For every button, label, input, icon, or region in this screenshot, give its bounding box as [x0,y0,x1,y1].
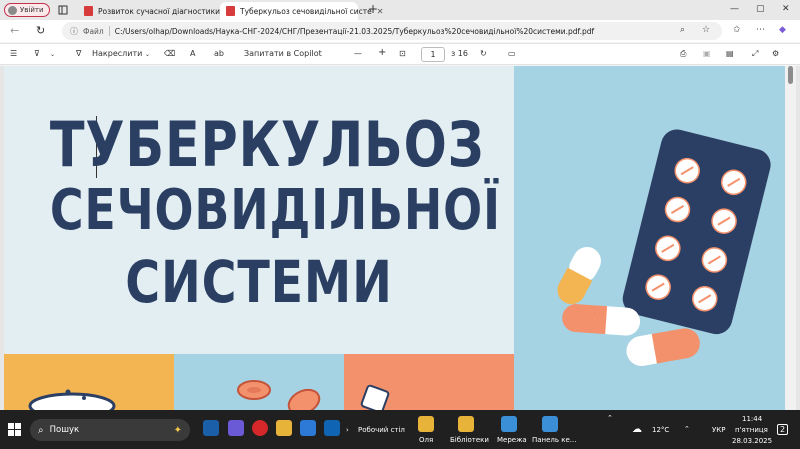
windows-taskbar: ⌕ Пошук ✦ › Робочий стіл Оля Бібліотеки … [0,410,800,449]
slide-left-panel: ТУБЕРКУЛЬОЗ СЕЧОВИДІЛЬНОЇ СИСТЕМИ [4,66,514,410]
favorites-icon[interactable]: ✩ [733,25,741,35]
pdf-icon [226,6,235,16]
maximize-button[interactable]: ▢ [756,4,765,14]
page-number-input[interactable]: 1 [421,47,445,62]
vertical-scrollbar[interactable] [785,66,796,410]
desktop-label[interactable]: Робочий стіл [358,426,405,434]
draw-icon[interactable]: ∇ [76,49,81,58]
edge-icon[interactable] [203,420,219,436]
tab-actions-icon[interactable] [58,5,68,15]
tab-tuberculosis[interactable]: Туберкульоз сечовидільної систе ✕ [220,2,383,20]
language-indicator[interactable]: УКР [712,426,725,434]
profile-label: Увійти [20,6,44,14]
weather-temp[interactable]: 12°C [652,426,669,434]
pdf-icon [84,6,93,16]
print-icon[interactable]: ⎙ [680,49,686,59]
slide-title-line-1: ТУБЕРКУЛЬОЗ [49,108,485,181]
avatar-icon [8,5,17,15]
copilot-app-icon[interactable] [228,420,244,436]
ask-copilot-button[interactable]: Запитати в Copilot [244,49,322,58]
slide-title-line-2: СЕЧОВИДІЛЬНОЇ [49,178,501,243]
sparkle-icon: ✦ [173,424,182,436]
favorite-star-icon[interactable]: ☆ [702,25,710,35]
zoom-icon[interactable]: ⌕ [680,25,685,35]
back-icon[interactable]: ← [10,24,19,37]
clock-day[interactable]: п'ятниця [735,426,768,434]
store-icon[interactable] [300,420,316,436]
pdf-toolbar: ☰ ⊽ ⌄ ∇ Накреслити ⌄ ⌫ A ab Запитати в C… [0,43,800,65]
more-menu-icon[interactable]: ⋯ [756,25,765,35]
chevron-up-icon[interactable]: ⌃ [607,414,613,422]
user-folder-icon[interactable] [418,416,434,432]
pin-label[interactable]: Оля [419,436,433,444]
divider [108,26,110,36]
save-as-icon[interactable]: ▤ [726,49,734,58]
pdf-page: ТУБЕРКУЛЬОЗ СЕЧОВИДІЛЬНОЇ СИСТЕМИ [4,66,787,410]
zoom-out-button[interactable]: — [354,49,362,58]
minimize-button[interactable]: — [730,4,739,14]
chevron-down-icon[interactable]: ⌄ [50,51,55,58]
pills-illustration [557,129,771,366]
url-text[interactable]: C:/Users/olhap/Downloads/Наука-СНГ-2024/… [115,27,594,36]
slide-right-panel [514,66,787,410]
band-illustrations [28,380,390,410]
clock-time[interactable]: 11:44 [742,415,762,423]
opera-icon[interactable] [252,420,268,436]
close-window-button[interactable]: ✕ [782,4,790,14]
highlight-icon[interactable]: ⊽ [34,49,40,58]
tab-diagnostics[interactable]: Розвиток сучасної діагностики ту ✕ [78,2,243,20]
taskbar-search[interactable]: ⌕ Пошук ✦ [30,419,190,441]
info-icon[interactable]: ⓘ [70,26,78,37]
profile-button[interactable]: Увійти [4,3,50,17]
page-total: з 16 [451,49,468,58]
pin-label[interactable]: Панель ке... [532,436,576,444]
search-icon: ⌕ [38,424,44,436]
slide-title-line-3: СИСТЕМИ [125,248,393,316]
outlook-icon[interactable] [324,420,340,436]
browser-tab-bar: Увійти Розвиток сучасної діагностики ту … [0,0,800,20]
read-aloud-icon[interactable]: A [190,49,195,58]
network-icon[interactable] [501,416,517,432]
refresh-icon[interactable]: ↻ [36,24,45,37]
libraries-icon[interactable] [458,416,474,432]
scheme-label: Файл [83,26,104,36]
pin-label[interactable]: Мережа [497,436,527,444]
address-bar[interactable]: ⓘ Файл C:/Users/olhap/Downloads/Наука-СН… [62,22,722,40]
tray-chevron-up-icon[interactable]: ⌃ [684,425,690,433]
save-icon[interactable]: ▣ [703,49,711,58]
page-view-icon[interactable]: ▭ [508,49,516,58]
weather-icon[interactable]: ☁ [632,424,642,435]
file-explorer-icon[interactable] [276,420,292,436]
rotate-icon[interactable]: ↻ [480,49,487,58]
clock-date[interactable]: 28.03.2025 [732,437,772,445]
tab-title: Туберкульоз сечовидільної систе [240,6,372,16]
zoom-in-button[interactable]: + [378,47,386,58]
chevron-down-icon[interactable]: ⌄ [145,51,150,58]
address-bar-row: ← ↻ ⓘ Файл C:/Users/olhap/Downloads/Наук… [0,20,800,42]
translate-icon[interactable]: ab [214,49,224,58]
scrollbar-thumb[interactable] [788,66,793,84]
search-label: Пошук [49,425,80,435]
copilot-icon[interactable]: ◆ [779,25,786,35]
chevron-right-icon[interactable]: › [346,426,349,434]
eraser-icon[interactable]: ⌫ [164,49,175,58]
notification-badge[interactable]: 2 [777,424,789,435]
settings-gear-icon[interactable]: ⚙ [772,49,779,58]
fullscreen-icon[interactable]: ⤢ [752,49,758,59]
new-tab-button[interactable]: + [368,2,378,16]
contents-icon[interactable]: ☰ [10,49,17,58]
windows-start-icon[interactable] [8,423,21,436]
draw-button[interactable]: Накреслити [92,49,142,58]
fit-page-icon[interactable]: ⊡ [399,49,406,58]
tab-title: Розвиток сучасної діагностики ту [98,6,232,16]
pin-label[interactable]: Бібліотеки [450,436,489,444]
control-panel-icon[interactable] [542,416,558,432]
pdf-viewer[interactable]: ТУБЕРКУЛЬОЗ СЕЧОВИДІЛЬНОЇ СИСТЕМИ [0,66,800,410]
